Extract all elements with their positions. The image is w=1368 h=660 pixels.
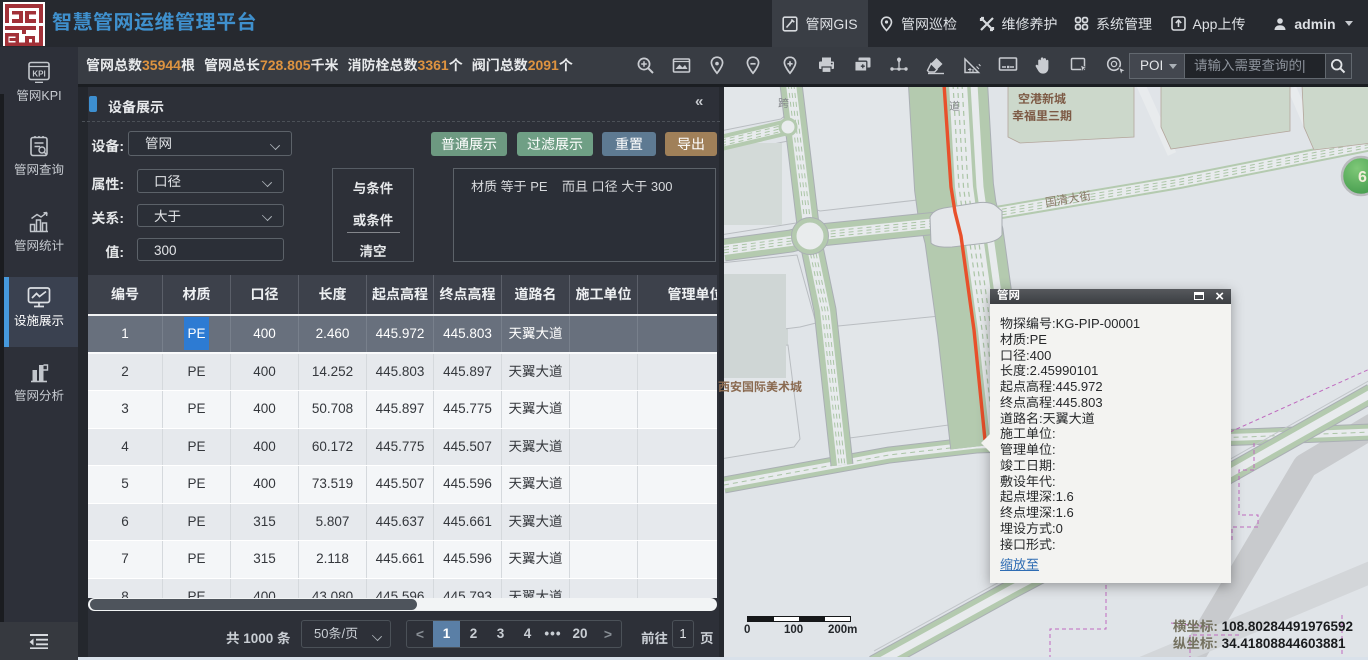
svg-text:KPI: KPI: [32, 70, 45, 79]
svg-text:6: 6: [1358, 169, 1367, 186]
